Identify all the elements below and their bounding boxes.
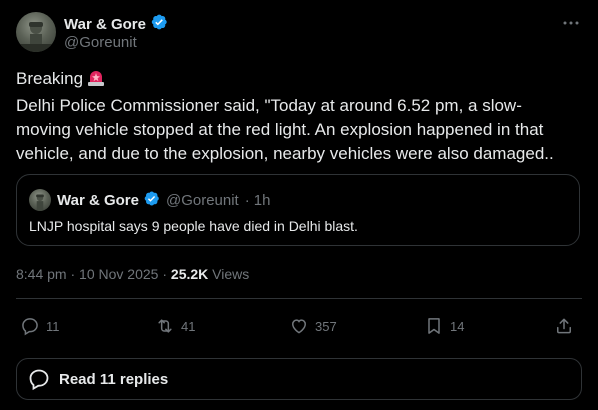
tweet-meta: 8:44 pm · 10 Nov 2025 · 25.2K Views [16, 266, 249, 282]
quoted-time: 1h [253, 192, 271, 209]
heart-icon [291, 319, 307, 334]
quoted-header: War & Gore @Goreunit · 1h [57, 190, 270, 211]
quoted-text: LNJP hospital says 9 people have died in… [29, 218, 358, 234]
police-light-icon [86, 67, 106, 94]
meta-separator: · [70, 266, 76, 282]
breaking-label: Breaking [16, 69, 84, 88]
tweet-body: Delhi Police Commissioner said, "Today a… [16, 96, 554, 163]
author-avatar[interactable] [16, 12, 56, 52]
repost-button[interactable]: 41 [155, 312, 195, 340]
read-replies-button[interactable]: Read 11 replies [16, 358, 582, 400]
quoted-author-name: War & Gore [57, 192, 139, 209]
quoted-separator: · [244, 192, 250, 209]
divider [16, 298, 582, 299]
repost-icon [158, 319, 172, 333]
meta-separator: · [162, 266, 168, 282]
share-button[interactable] [554, 312, 574, 340]
tweet-headline: Breaking [16, 67, 576, 94]
views-count: 25.2K [170, 266, 209, 282]
reply-count: 11 [46, 318, 60, 334]
author-name[interactable]: War & Gore [64, 16, 146, 33]
action-bar: 11 41 357 14 [16, 312, 582, 340]
bookmark-icon [428, 318, 440, 334]
views-label: Views [212, 266, 250, 282]
tweet-time[interactable]: 8:44 pm [16, 266, 67, 282]
tweet-date[interactable]: 10 Nov 2025 [79, 266, 158, 282]
tweet-text: Breaking Delhi Police Commissioner said,… [16, 67, 576, 166]
reply-button[interactable]: 11 [20, 312, 60, 340]
like-count: 357 [315, 318, 337, 334]
verified-badge-icon [150, 13, 168, 36]
reply-icon [22, 318, 38, 336]
quoted-author-avatar [29, 189, 51, 211]
reply-bubble-icon [29, 369, 49, 391]
read-replies-label: Read 11 replies [59, 370, 169, 388]
quoted-tweet[interactable]: War & Gore @Goreunit · 1h LNJP hospital … [16, 174, 580, 246]
share-icon [557, 318, 571, 334]
author-handle[interactable]: @Goreunit [64, 34, 137, 51]
author-name-line[interactable]: War & Gore [64, 13, 168, 36]
bookmark-count: 14 [450, 318, 465, 334]
more-options-icon[interactable] [562, 14, 580, 32]
bookmark-button[interactable]: 14 [424, 312, 464, 340]
quoted-handle: @Goreunit [165, 192, 239, 209]
quoted-verified-badge-icon [143, 190, 160, 211]
like-button[interactable]: 357 [289, 312, 337, 340]
repost-count: 41 [181, 318, 196, 334]
